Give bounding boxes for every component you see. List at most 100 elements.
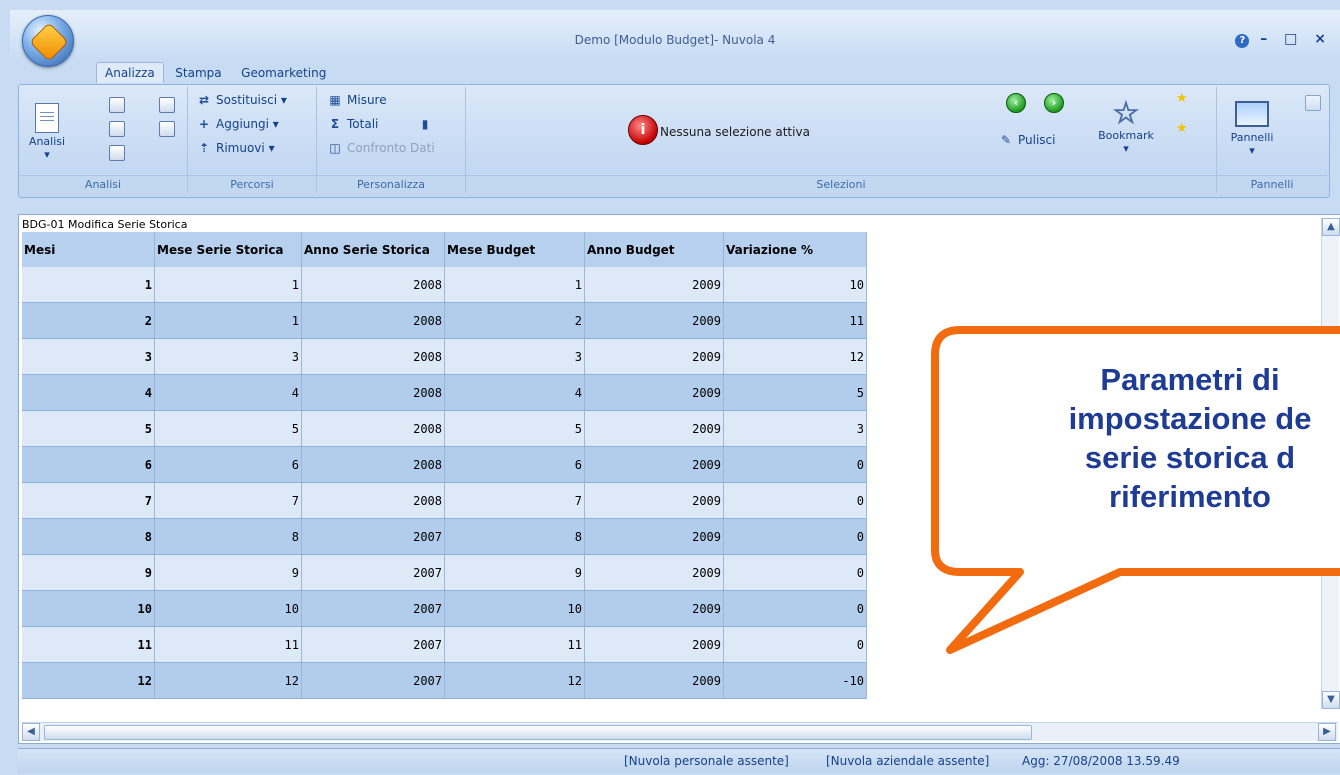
table-cell[interactable]: 2009	[584, 338, 724, 375]
table-cell[interactable]: 2009	[584, 410, 724, 447]
table-row[interactable]: 4 4 2008 4 2009 5	[22, 374, 867, 411]
table-cell[interactable]: 11	[22, 626, 155, 663]
table-row[interactable]: 9 9 2007 9 2009 0	[22, 554, 867, 591]
column-header-mese-serie-storica[interactable]: Mese Serie Storica	[154, 232, 302, 267]
table-cell[interactable]: 6	[154, 446, 302, 483]
scroll-right-icon[interactable]: ▶	[1318, 723, 1336, 741]
back-arrow-icon[interactable]: ‹	[1006, 93, 1026, 113]
table-cell[interactable]: 9	[154, 554, 302, 591]
table-cell[interactable]: 4	[154, 374, 302, 411]
tab-analizza[interactable]: Analizza	[96, 62, 164, 83]
table-cell[interactable]: 7	[444, 482, 585, 519]
print-icon[interactable]	[109, 145, 125, 161]
table-cell[interactable]: 5	[723, 374, 867, 411]
table-cell[interactable]: 2009	[584, 302, 724, 339]
export-icon[interactable]	[159, 121, 175, 137]
scroll-left-icon[interactable]: ◀	[22, 723, 40, 741]
table-cell[interactable]: 8	[154, 518, 302, 555]
table-cell[interactable]: 0	[723, 518, 867, 555]
table-cell[interactable]: 0	[723, 590, 867, 627]
horizontal-scroll-thumb[interactable]	[44, 725, 1032, 740]
forward-arrow-icon[interactable]: ›	[1044, 93, 1064, 113]
table-cell[interactable]: 0	[723, 626, 867, 663]
table-cell[interactable]: 2008	[301, 446, 445, 483]
table-cell[interactable]: 2009	[584, 267, 724, 303]
table-cell[interactable]: 9	[22, 554, 155, 591]
table-row[interactable]: 3 3 2008 3 2009 12	[22, 338, 867, 375]
delete-analysis-icon[interactable]	[109, 97, 125, 113]
scroll-down-icon[interactable]: ▼	[1322, 691, 1340, 709]
rimuovi-button[interactable]: ⇡ Rimuovi ▾	[196, 141, 275, 155]
minimize-button[interactable]: –	[1260, 31, 1273, 47]
analisi-button[interactable]: Analisi ▾	[27, 103, 67, 161]
aggiungi-button[interactable]: + Aggiungi ▾	[196, 117, 279, 131]
table-cell[interactable]: 2008	[301, 338, 445, 375]
table-cell[interactable]: 8	[444, 518, 585, 555]
table-cell[interactable]: 10	[723, 267, 867, 303]
column-header-variazione[interactable]: Variazione %	[723, 232, 867, 267]
table-cell[interactable]: 3	[723, 410, 867, 447]
column-header-mesi[interactable]: Mesi	[22, 232, 155, 267]
table-cell[interactable]: 3	[444, 338, 585, 375]
table-cell[interactable]: 11	[723, 302, 867, 339]
table-cell[interactable]: 5	[444, 410, 585, 447]
totali-button[interactable]: Σ Totali	[327, 117, 378, 131]
table-cell[interactable]: 12	[444, 662, 585, 699]
save-icon[interactable]	[109, 121, 125, 137]
table-cell[interactable]: 2	[444, 302, 585, 339]
table-cell[interactable]: 11	[154, 626, 302, 663]
chart-button[interactable]: ▮	[417, 117, 437, 131]
table-cell[interactable]: 0	[723, 446, 867, 483]
table-cell[interactable]: 12	[22, 662, 155, 699]
sostituisci-button[interactable]: ⇄ Sostituisci ▾	[196, 93, 287, 107]
table-row[interactable]: 8 8 2007 8 2009 0	[22, 518, 867, 555]
table-cell[interactable]: 2007	[301, 518, 445, 555]
table-cell[interactable]: 1	[154, 302, 302, 339]
table-cell[interactable]: 2009	[584, 374, 724, 411]
table-cell[interactable]: 2	[22, 302, 155, 339]
table-cell[interactable]: 2008	[301, 374, 445, 411]
table-cell[interactable]: 1	[22, 267, 155, 303]
table-cell[interactable]: 10	[154, 590, 302, 627]
scroll-up-icon[interactable]: ▲	[1322, 218, 1340, 236]
table-cell[interactable]: 4	[22, 374, 155, 411]
table-cell[interactable]: 2008	[301, 482, 445, 519]
table-cell[interactable]: 2007	[301, 662, 445, 699]
table-row[interactable]: 2 1 2008 2 2009 11	[22, 302, 867, 339]
table-cell[interactable]: 2009	[584, 446, 724, 483]
help-icon[interactable]: ?	[1235, 34, 1250, 48]
table-cell[interactable]: 4	[444, 374, 585, 411]
confronto-dati-button[interactable]: ◫ Confronto Dati	[327, 141, 434, 155]
table-cell[interactable]: 7	[154, 482, 302, 519]
tab-stampa[interactable]: Stampa	[167, 63, 229, 83]
bookmark-button[interactable]: ☆ Bookmark ▾	[1086, 98, 1166, 155]
panel-settings-icon[interactable]	[1305, 95, 1321, 111]
table-row[interactable]: 7 7 2008 7 2009 0	[22, 482, 867, 519]
table-cell[interactable]: 12	[723, 338, 867, 375]
table-cell[interactable]: 6	[444, 446, 585, 483]
table-cell[interactable]: 2009	[584, 482, 724, 519]
copy-analysis-icon[interactable]	[159, 97, 175, 113]
pulisci-button[interactable]: ✎ Pulisci	[998, 133, 1056, 147]
table-cell[interactable]: 0	[723, 554, 867, 591]
column-header-anno-serie-storica[interactable]: Anno Serie Storica	[301, 232, 445, 267]
horizontal-scrollbar[interactable]: ◀ ▶	[22, 722, 1338, 741]
table-cell[interactable]: 1	[444, 267, 585, 303]
table-cell[interactable]: 2009	[584, 590, 724, 627]
table-row[interactable]: 5 5 2008 5 2009 3	[22, 410, 867, 447]
table-cell[interactable]: 10	[444, 590, 585, 627]
table-row[interactable]: 12 12 2007 12 2009 -10	[22, 662, 867, 699]
close-button[interactable]: ×	[1314, 31, 1332, 47]
table-cell[interactable]: 1	[154, 267, 302, 303]
table-cell[interactable]: 2007	[301, 626, 445, 663]
manage-bookmark-icon[interactable]: ★	[1176, 121, 1188, 136]
add-bookmark-icon[interactable]: ★	[1176, 91, 1188, 106]
table-cell[interactable]: 2009	[584, 662, 724, 699]
table-row[interactable]: 1 1 2008 1 2009 10	[22, 267, 867, 303]
pannelli-button[interactable]: Pannelli ▾	[1227, 101, 1277, 157]
table-cell[interactable]: 3	[154, 338, 302, 375]
table-cell[interactable]: -10	[723, 662, 867, 699]
table-row[interactable]: 10 10 2007 10 2009 0	[22, 590, 867, 627]
table-row[interactable]: 11 11 2007 11 2009 0	[22, 626, 867, 663]
table-cell[interactable]: 6	[22, 446, 155, 483]
